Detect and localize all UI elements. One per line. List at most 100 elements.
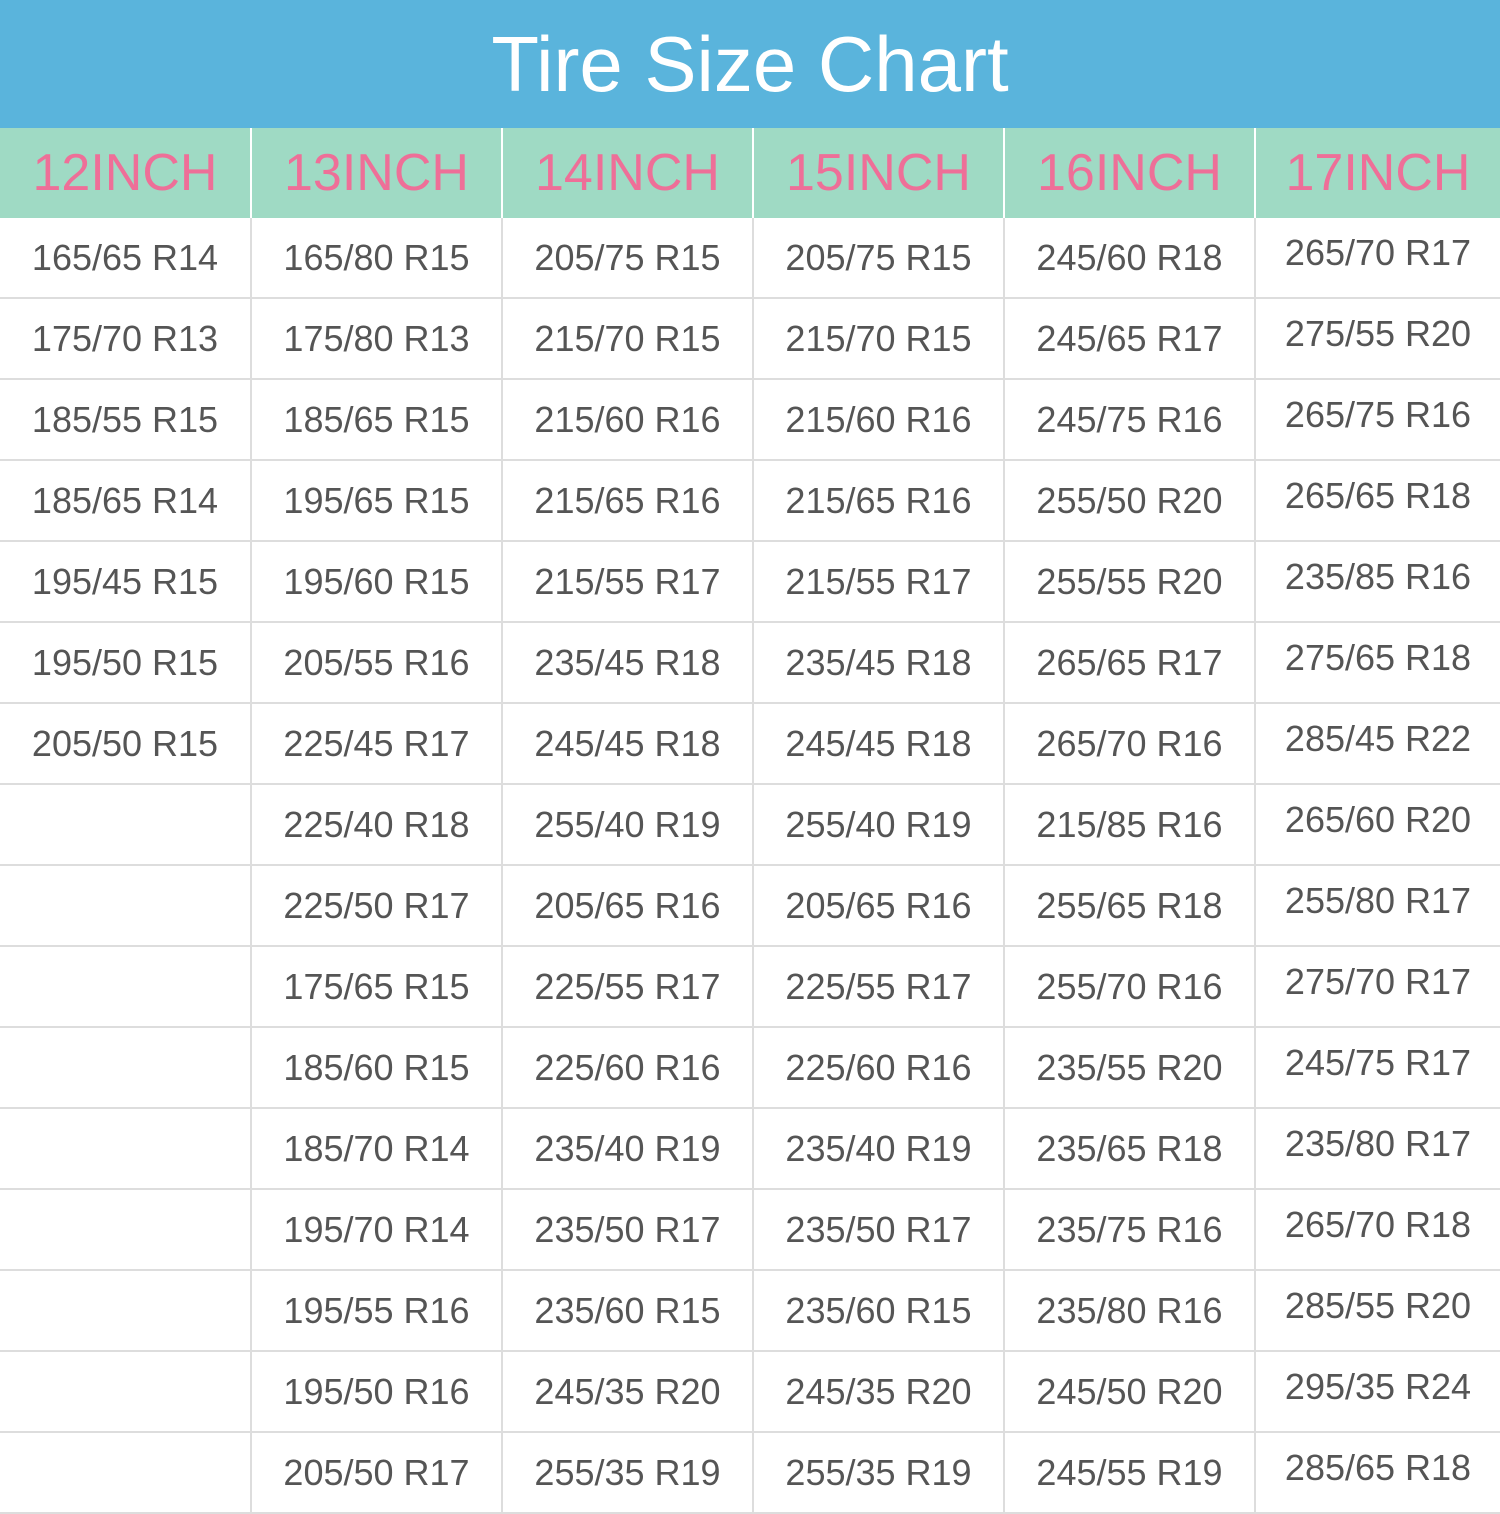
- tire-size-cell: 235/55 R20: [1003, 1027, 1255, 1109]
- tire-size-cell: 195/45 R15: [0, 541, 251, 623]
- tire-size-cell: 195/65 R15: [250, 460, 502, 542]
- tire-size-cell: 215/65 R16: [752, 460, 1004, 542]
- column-header-16inch: 16INCH: [1003, 128, 1255, 218]
- tire-size-cell: 245/45 R18: [501, 703, 753, 785]
- tire-size-cell: 235/80 R17: [1254, 1108, 1500, 1190]
- tire-size-cell: 245/60 R18: [1003, 218, 1255, 299]
- tire-size-cell: 285/45 R22: [1254, 703, 1500, 785]
- tire-size-cell: 205/50 R17: [250, 1432, 502, 1514]
- title-banner: Tire Size Chart: [0, 0, 1500, 128]
- tire-size-cell: 275/70 R17: [1254, 946, 1500, 1028]
- table-row: 165/65 R14 165/80 R15 205/75 R15 205/75 R15…: [0, 218, 1500, 299]
- tire-size-cell: 235/80 R16: [1003, 1270, 1255, 1352]
- tire-size-cell: 225/50 R17: [250, 865, 502, 947]
- tire-size-cell: 255/40 R19: [501, 784, 753, 866]
- tire-size-cell: 185/70 R14: [250, 1108, 502, 1190]
- tire-size-cell: 235/40 R19: [501, 1108, 753, 1190]
- tire-size-cell: 245/55 R19: [1003, 1432, 1255, 1514]
- tire-size-cell: 185/65 R15: [250, 379, 502, 461]
- tire-size-cell: 195/50 R16: [250, 1351, 502, 1433]
- table-row: 185/60 R15 225/60 R16 225/60 R16 235/55 R20…: [0, 1027, 1500, 1109]
- tire-size-cell: 275/55 R20: [1254, 298, 1500, 380]
- column-header-15inch: 15INCH: [752, 128, 1004, 218]
- tire-size-cell: 235/50 R17: [752, 1189, 1004, 1271]
- tire-size-cell: 215/55 R17: [752, 541, 1004, 623]
- tire-size-cell: 255/70 R16: [1003, 946, 1255, 1028]
- table-row: 175/65 R15 225/55 R17 225/55 R17 255/70 R16…: [0, 946, 1500, 1028]
- table-row: 205/50 R17 255/35 R19 255/35 R19 245/55 R19…: [0, 1432, 1500, 1514]
- tire-size-cell: 235/60 R15: [752, 1270, 1004, 1352]
- table-body: 165/65 R14 165/80 R15 205/75 R15 205/75 R15…: [0, 218, 1500, 1514]
- tire-size-cell: 195/55 R16: [250, 1270, 502, 1352]
- table-row: 205/50 R15 225/45 R17 245/45 R18 245/45 R18…: [0, 703, 1500, 785]
- tire-size-cell: 185/55 R15: [0, 379, 251, 461]
- tire-size-cell: 285/65 R18: [1254, 1432, 1500, 1514]
- tire-size-cell: 235/75 R16: [1003, 1189, 1255, 1271]
- tire-size-cell: 245/75 R16: [1003, 379, 1255, 461]
- tire-size-cell: 205/65 R16: [752, 865, 1004, 947]
- tire-size-cell: [0, 946, 251, 1028]
- tire-size-table: 12INCH 13INCH 14INCH 15INCH 16INCH 17INC…: [0, 128, 1500, 1514]
- column-header-14inch: 14INCH: [501, 128, 753, 218]
- tire-size-cell: [0, 784, 251, 866]
- tire-size-cell: 235/45 R18: [501, 622, 753, 704]
- tire-size-cell: 165/65 R14: [0, 218, 251, 299]
- column-header-12inch: 12INCH: [0, 128, 251, 218]
- tire-size-cell: 255/35 R19: [501, 1432, 753, 1514]
- tire-size-cell: 265/70 R17: [1254, 218, 1500, 299]
- table-row: 195/50 R15 205/55 R16 235/45 R18 235/45 R18…: [0, 622, 1500, 704]
- tire-size-cell: 235/40 R19: [752, 1108, 1004, 1190]
- tire-size-cell: 245/35 R20: [752, 1351, 1004, 1433]
- tire-size-cell: 225/45 R17: [250, 703, 502, 785]
- page-title: Tire Size Chart: [491, 20, 1009, 108]
- tire-size-cell: 235/65 R18: [1003, 1108, 1255, 1190]
- table-row: 195/55 R16 235/60 R15 235/60 R15 235/80 R16…: [0, 1270, 1500, 1352]
- tire-size-cell: 225/55 R17: [501, 946, 753, 1028]
- table-row: 225/40 R18 255/40 R19 255/40 R19 215/85 R16…: [0, 784, 1500, 866]
- tire-size-cell: 185/60 R15: [250, 1027, 502, 1109]
- tire-size-cell: 215/60 R16: [501, 379, 753, 461]
- tire-size-cell: [0, 1108, 251, 1190]
- tire-size-cell: 225/55 R17: [752, 946, 1004, 1028]
- tire-size-cell: 215/85 R16: [1003, 784, 1255, 866]
- tire-size-cell: 275/65 R18: [1254, 622, 1500, 704]
- tire-size-cell: 175/65 R15: [250, 946, 502, 1028]
- tire-size-cell: 175/80 R13: [250, 298, 502, 380]
- tire-size-cell: 205/75 R15: [752, 218, 1004, 299]
- tire-size-cell: 255/50 R20: [1003, 460, 1255, 542]
- tire-size-cell: [0, 1189, 251, 1271]
- table-row: 225/50 R17 205/65 R16 205/65 R16 255/65 R18…: [0, 865, 1500, 947]
- tire-size-cell: 195/70 R14: [250, 1189, 502, 1271]
- tire-size-cell: [0, 865, 251, 947]
- tire-size-cell: 245/65 R17: [1003, 298, 1255, 380]
- tire-size-cell: 245/50 R20: [1003, 1351, 1255, 1433]
- tire-size-cell: 285/55 R20: [1254, 1270, 1500, 1352]
- tire-size-cell: [0, 1027, 251, 1109]
- table-row: 195/45 R15 195/60 R15 215/55 R17 215/55 R17…: [0, 541, 1500, 623]
- tire-size-cell: [0, 1432, 251, 1514]
- tire-size-cell: 205/65 R16: [501, 865, 753, 947]
- tire-size-cell: 255/55 R20: [1003, 541, 1255, 623]
- tire-size-cell: 215/55 R17: [501, 541, 753, 623]
- tire-size-cell: 225/40 R18: [250, 784, 502, 866]
- tire-size-cell: 255/35 R19: [752, 1432, 1004, 1514]
- tire-size-cell: 175/70 R13: [0, 298, 251, 380]
- tire-size-cell: 235/85 R16: [1254, 541, 1500, 623]
- column-header-row: 12INCH 13INCH 14INCH 15INCH 16INCH 17INC…: [0, 128, 1500, 218]
- tire-size-cell: 205/50 R15: [0, 703, 251, 785]
- tire-size-cell: 265/70 R16: [1003, 703, 1255, 785]
- tire-size-cell: 255/80 R17: [1254, 865, 1500, 947]
- tire-size-cell: 245/75 R17: [1254, 1027, 1500, 1109]
- tire-size-cell: 225/60 R16: [501, 1027, 753, 1109]
- tire-size-cell: 245/45 R18: [752, 703, 1004, 785]
- tire-size-cell: 255/40 R19: [752, 784, 1004, 866]
- tire-size-cell: 235/60 R15: [501, 1270, 753, 1352]
- table-row: 185/55 R15 185/65 R15 215/60 R16 215/60 R16…: [0, 379, 1500, 461]
- tire-size-cell: 215/70 R15: [752, 298, 1004, 380]
- tire-size-cell: 245/35 R20: [501, 1351, 753, 1433]
- tire-size-cell: 215/70 R15: [501, 298, 753, 380]
- table-row: 185/70 R14 235/40 R19 235/40 R19 235/65 R18…: [0, 1108, 1500, 1190]
- tire-size-cell: 235/50 R17: [501, 1189, 753, 1271]
- tire-size-cell: 205/55 R16: [250, 622, 502, 704]
- table-row: 175/70 R13 175/80 R13 215/70 R15 215/70 R15…: [0, 298, 1500, 380]
